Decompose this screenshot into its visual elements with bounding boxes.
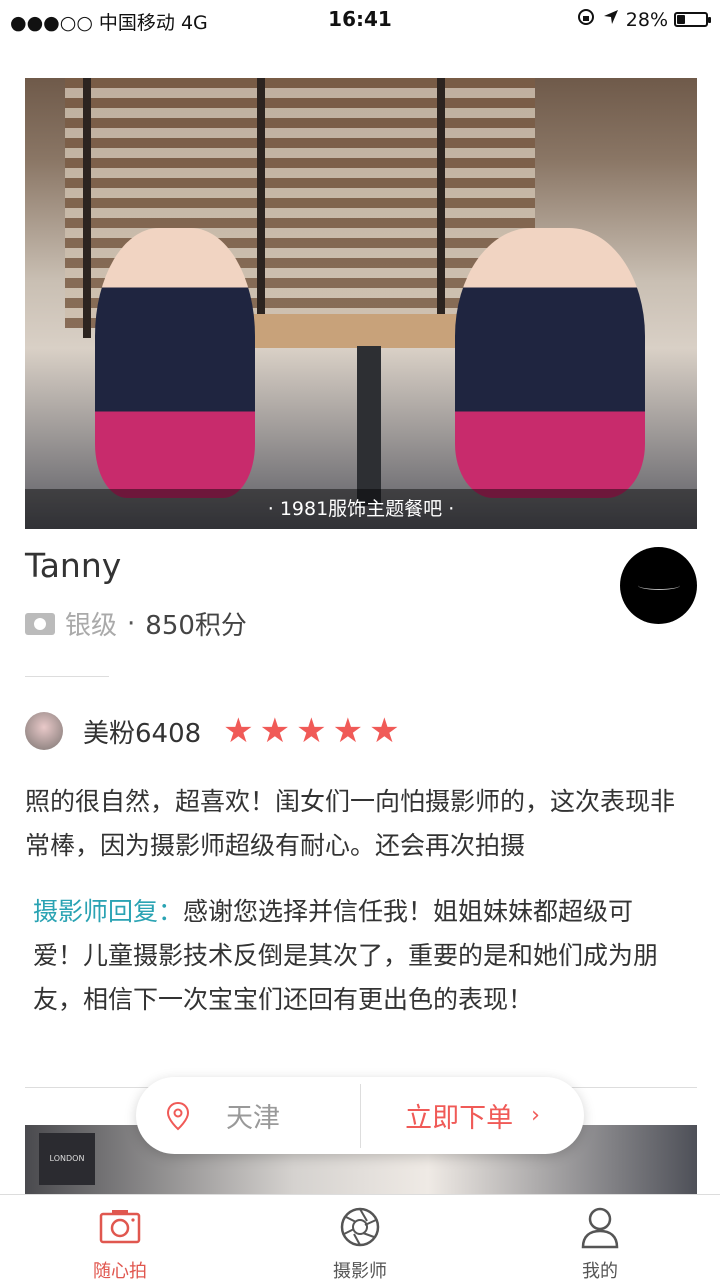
tab-photographers[interactable]: 摄影师 [240,1195,480,1282]
review-header: 美粉6408 ★ ★ ★ ★ ★ [25,712,400,750]
location-arrow-icon [602,8,620,31]
signature-logo [638,581,680,590]
aperture-icon [338,1205,382,1253]
city-label: 天津 [226,1103,280,1134]
reviewer-avatar [25,712,63,750]
status-bar: ●●●○○ 中国移动 4G 16:41 28% [0,0,720,38]
reviewer-name: 美粉6408 [83,718,202,749]
photographer-reply: 摄影师回复：感谢您选择并信任我！姐姐妹妹都超级可爱！儿童摄影技术反倒是其次了，重… [33,890,683,1022]
star-icon: ★ [259,711,291,751]
photo-subject-right [455,228,645,498]
review-text: 照的很自然，超喜欢！闺女们一向怕摄影师的，这次表现非常棒，因为摄影师超级有耐心。… [25,787,676,860]
order-now-button[interactable]: 立即下单 › [361,1077,584,1154]
photo-subject-left [95,228,255,498]
rating-stars: ★ ★ ★ ★ ★ [223,714,399,748]
level-label: 银级 [65,611,118,641]
photographer-avatar[interactable] [620,547,697,624]
user-icon [578,1205,622,1253]
battery-icon [674,12,711,27]
points-label: 850积分 [145,611,247,641]
star-icon: ★ [223,711,254,751]
tab-label: 摄影师 [333,1261,387,1282]
chevron-right-icon: › [531,1103,540,1128]
location-pin-icon [166,1101,190,1131]
london-sign: LONDON [39,1133,95,1185]
star-icon: ★ [296,711,327,751]
photographer-cover-photo[interactable]: · 1981服饰主题餐吧 · [25,78,697,529]
level-separator: · [127,608,136,639]
photographer-name: Tanny [25,546,122,585]
star-icon: ★ [369,711,400,751]
reply-label: 摄影师回复： [33,897,184,926]
tab-label: 我的 [582,1261,618,1282]
bottom-tab-bar: 随心拍 摄影师 我的 [0,1194,720,1282]
city-selector[interactable]: 天津 [136,1077,360,1154]
tab-shoot[interactable]: 随心拍 [0,1195,240,1282]
floating-action-bar: 天津 立即下单 › [136,1077,584,1154]
tab-mine[interactable]: 我的 [480,1195,720,1282]
lock-rotation-icon [576,7,596,32]
photographer-level-row: 银级 · 850积分 [25,605,247,642]
order-now-label: 立即下单 [405,1103,514,1134]
divider [25,676,109,677]
camera-level-icon [25,612,55,635]
battery-percent: 28% [625,8,668,31]
star-icon: ★ [332,711,364,751]
camera-icon [98,1205,142,1253]
tab-label: 随心拍 [93,1261,147,1282]
photo-caption: · 1981服饰主题餐吧 · [25,489,697,529]
